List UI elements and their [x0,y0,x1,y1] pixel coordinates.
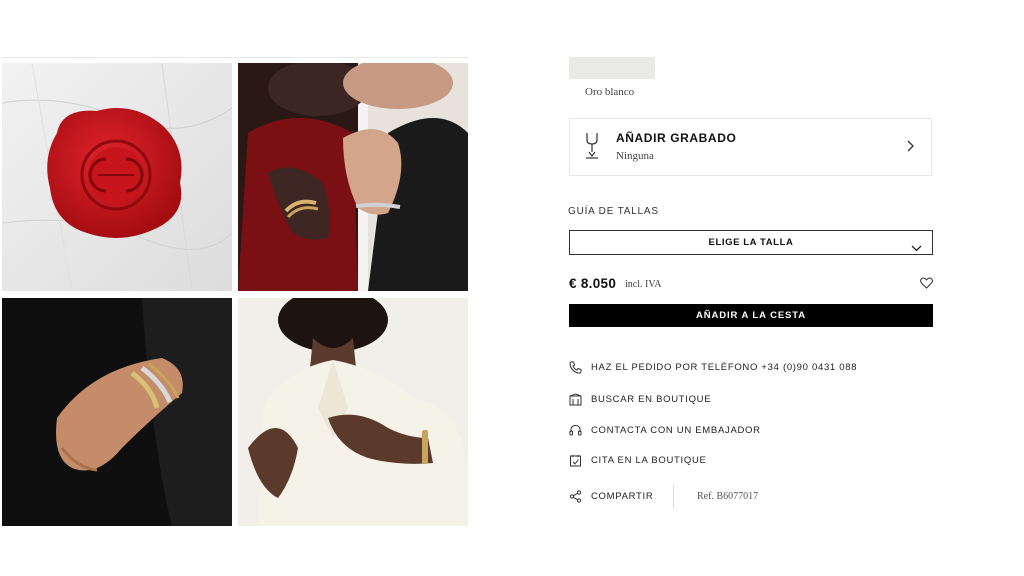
action-label: HAZ EL PEDIDO POR TELÉFONO +34 (0)90 043… [591,361,858,373]
calendar-icon [568,453,582,467]
gallery-image-couple-bracelets[interactable] [238,63,468,291]
material-label: Oro blanco [585,86,635,98]
order-by-phone-link[interactable]: HAZ EL PEDIDO POR TELÉFONO +34 (0)90 043… [568,359,857,375]
find-boutique-link[interactable]: BUSCAR EN BOUTIQUE [568,391,711,407]
vat-note: incl. IVA [625,279,662,290]
material-swatch[interactable] [569,57,655,79]
engraving-title: AÑADIR GRABADO [616,131,737,145]
product-reference: Ref. B6077017 [697,491,759,502]
gallery-top-divider [2,57,468,58]
action-label: CITA EN LA BOUTIQUE [591,454,707,466]
product-price: € 8.050 [569,276,617,291]
contact-ambassador-link[interactable]: CONTACTA CON UN EMBAJADOR [568,422,761,438]
chevron-down-icon [911,239,922,257]
share-link[interactable]: COMPARTIR [568,488,653,504]
boutique-appointment-link[interactable]: CITA EN LA BOUTIQUE [568,452,707,468]
chevron-right-icon [907,139,915,157]
boutique-icon [568,392,582,406]
headset-icon [568,423,582,437]
size-select[interactable]: ELIGE LA TALLA [569,230,933,255]
action-label: CONTACTA CON UN EMBAJADOR [591,424,761,436]
gallery-image-wax-seal[interactable] [2,63,232,291]
wishlist-heart-icon[interactable] [920,276,933,294]
add-to-cart-label: AÑADIR A LA CESTA [695,310,807,321]
phone-icon [568,360,582,374]
gallery-image-woman-cuff[interactable] [238,298,468,526]
action-label: BUSCAR EN BOUTIQUE [591,393,712,405]
divider [673,485,674,509]
engraving-option[interactable]: AÑADIR GRABADO Ninguna [569,118,932,176]
share-icon [568,489,582,503]
engraving-value: Ninguna [616,150,654,162]
engraving-tool-icon [584,132,600,165]
action-label: COMPARTIR [591,490,654,502]
add-to-cart-button[interactable]: AÑADIR A LA CESTA [569,304,933,327]
size-guide-link[interactable]: GUÍA DE TALLAS [568,206,659,217]
gallery-image-hand-bracelets[interactable] [2,298,232,526]
size-select-label: ELIGE LA TALLA [708,237,794,248]
